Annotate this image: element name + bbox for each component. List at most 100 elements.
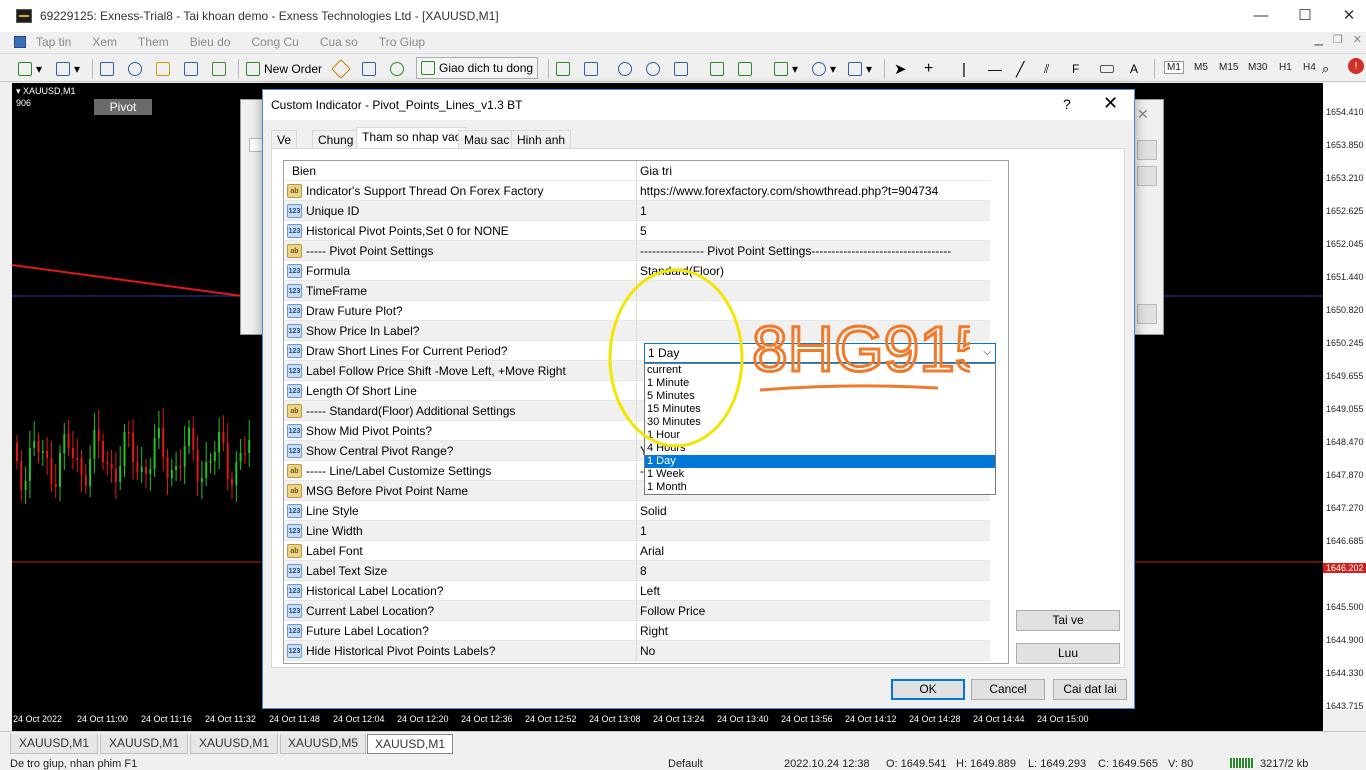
parameter-row[interactable]: 123 Future Label Location? Right (284, 621, 990, 641)
horizontal-line-icon[interactable]: — (988, 60, 1002, 78)
parameter-value[interactable]: 8 (637, 561, 990, 581)
equidistant-channel-icon[interactable]: ⫽ (1044, 60, 1049, 78)
timeframe-option[interactable]: 1 Day (645, 455, 995, 468)
market-icon[interactable] (390, 60, 408, 78)
parameter-row[interactable]: ab Label Font Arial (284, 541, 990, 561)
parameter-row[interactable]: 123 Line Style Solid (284, 501, 990, 521)
tab-common[interactable]: Chung (312, 130, 360, 148)
column-header-value[interactable]: Gia tri (637, 161, 990, 181)
tab-about[interactable]: Ve (271, 130, 298, 148)
timeframe-option[interactable]: 15 Minutes (645, 403, 995, 416)
cancel-button[interactable]: Cancel (971, 679, 1045, 700)
signals-icon[interactable] (362, 60, 380, 78)
notification-icon[interactable]: ! (1348, 58, 1364, 74)
chart-tab[interactable]: XAUUSD,M1 (100, 734, 188, 754)
search-icon[interactable]: ⌕ (1322, 60, 1329, 78)
parameter-value[interactable]: Arial (637, 541, 990, 561)
timeframe-m30[interactable]: M30 (1248, 62, 1267, 73)
tab-colors[interactable]: Mau sac (458, 130, 516, 148)
auto-trading-button[interactable]: Giao dich tu dong (416, 57, 539, 79)
menu-insert[interactable]: Them (138, 35, 169, 49)
parameter-value[interactable]: 1 (637, 521, 990, 541)
mdi-minimize-icon[interactable]: ▁ (1314, 33, 1322, 46)
menu-file[interactable]: Tap tin (36, 35, 71, 49)
timeframe-h1[interactable]: H1 (1279, 62, 1292, 73)
terminal-icon[interactable] (184, 60, 202, 78)
parameter-value[interactable]: Left (637, 581, 990, 601)
indicators-icon[interactable]: ▾ (774, 60, 798, 78)
navigator-icon[interactable] (156, 60, 174, 78)
parameter-row[interactable]: 123 Line Width 1 (284, 521, 990, 541)
parameter-value[interactable] (637, 301, 990, 321)
zoom-out-icon[interactable] (646, 60, 664, 78)
timeframe-option[interactable]: 5 Minutes (645, 390, 995, 403)
meta-editor-icon[interactable] (331, 59, 352, 79)
cursor-icon[interactable]: ➤ (894, 60, 907, 78)
timeframe-m15[interactable]: M15 (1219, 62, 1238, 73)
parameter-row[interactable]: 123 Historical Label Location? Left (284, 581, 990, 601)
crosshair-icon[interactable]: + (924, 60, 933, 78)
strategy-tester-icon[interactable] (212, 60, 230, 78)
periods-icon[interactable]: ▾ (812, 60, 836, 78)
parameter-row[interactable]: 123 Label Text Size 8 (284, 561, 990, 581)
close-button[interactable]: ✕ (1326, 0, 1366, 32)
parameter-value[interactable] (637, 281, 990, 301)
timeframe-option[interactable]: current (645, 364, 995, 377)
parameter-row[interactable]: 123 TimeFrame (284, 281, 990, 301)
parameter-row[interactable]: ab Indicator's Support Thread On Forex Fa… (284, 181, 990, 201)
new-chart-icon[interactable]: ▾ (18, 60, 42, 78)
timeframe-option[interactable]: 1 Minute (645, 377, 995, 390)
timeframe-option[interactable]: 1 Week (645, 468, 995, 481)
parameter-value[interactable]: https://www.forexfactory.com/showthread.… (637, 181, 990, 201)
ok-button[interactable]: OK (891, 679, 965, 700)
trendline-icon[interactable]: ╱ (1016, 60, 1024, 78)
chart-shift-icon[interactable] (710, 60, 728, 78)
parameter-row[interactable]: 123 Formula Standard(Floor) (284, 261, 990, 281)
save-button[interactable]: Luu (1016, 643, 1120, 664)
parameter-value[interactable]: ---------------- Pivot Point Settings---… (637, 241, 990, 261)
column-header-variable[interactable]: Bien (284, 161, 637, 181)
menu-view[interactable]: Xem (92, 35, 117, 49)
pivot-button[interactable]: Pivot (94, 99, 152, 115)
parameter-value[interactable]: Solid (637, 501, 990, 521)
fibonacci-icon[interactable]: F (1072, 60, 1079, 78)
timeframe-m5[interactable]: M5 (1194, 62, 1208, 73)
chart-menu-icon[interactable]: ▾ (16, 86, 21, 96)
mdi-close-icon[interactable]: ✕ (1353, 33, 1362, 46)
tab-inputs[interactable]: Tham so nhap vao (356, 127, 468, 149)
parameter-value[interactable]: Standard(Floor) (637, 261, 990, 281)
parameter-value[interactable]: 1 (637, 201, 990, 221)
reset-button[interactable]: Cai dat lai (1053, 679, 1127, 700)
templates-icon[interactable]: ▾ (848, 60, 872, 78)
parameter-row[interactable]: 123 Historical Pivot Points,Set 0 for NON… (284, 221, 990, 241)
vertical-line-icon[interactable]: | (962, 60, 966, 78)
timeframe-select[interactable]: 1 Day ⌵ (644, 343, 996, 363)
zoom-in-icon[interactable] (618, 60, 636, 78)
timeframe-option[interactable]: 30 Minutes (645, 416, 995, 429)
minimize-button[interactable]: — (1238, 0, 1284, 32)
maximize-button[interactable]: ☐ (1282, 0, 1328, 32)
data-window-icon[interactable] (128, 60, 146, 78)
candlestick-icon[interactable] (584, 60, 602, 78)
timeframe-option[interactable]: 1 Hour (645, 429, 995, 442)
bar-chart-icon[interactable] (556, 60, 574, 78)
menu-charts[interactable]: Bieu do (190, 35, 231, 49)
menu-tools[interactable]: Cong Cu (251, 35, 298, 49)
timeframe-m1[interactable]: M1 (1164, 61, 1184, 74)
chart-tab-active[interactable]: XAUUSD,M1 (367, 734, 453, 754)
load-button[interactable]: Tai ve (1016, 610, 1120, 631)
parameter-value[interactable]: 5 (637, 221, 990, 241)
chart-window-icon[interactable] (14, 36, 26, 48)
profiles-icon[interactable]: ▾ (56, 60, 80, 78)
rectangle-icon[interactable] (1100, 60, 1118, 78)
tile-windows-icon[interactable] (674, 60, 692, 78)
auto-scroll-icon[interactable] (738, 60, 756, 78)
market-watch-icon[interactable] (100, 60, 118, 78)
mdi-restore-icon[interactable]: ❐ (1333, 33, 1343, 46)
tab-visualization[interactable]: Hinh anh (511, 130, 572, 148)
timeframe-option[interactable]: 1 Month (645, 481, 995, 494)
parameter-row[interactable]: 123 Hide Historical Pivot Points Labels? N… (284, 641, 990, 661)
parameter-row[interactable]: 123 Current Label Location? Follow Price (284, 601, 990, 621)
parameter-value[interactable]: Follow Price (637, 601, 990, 621)
parameter-row[interactable]: 123 Draw Future Plot? (284, 301, 990, 321)
